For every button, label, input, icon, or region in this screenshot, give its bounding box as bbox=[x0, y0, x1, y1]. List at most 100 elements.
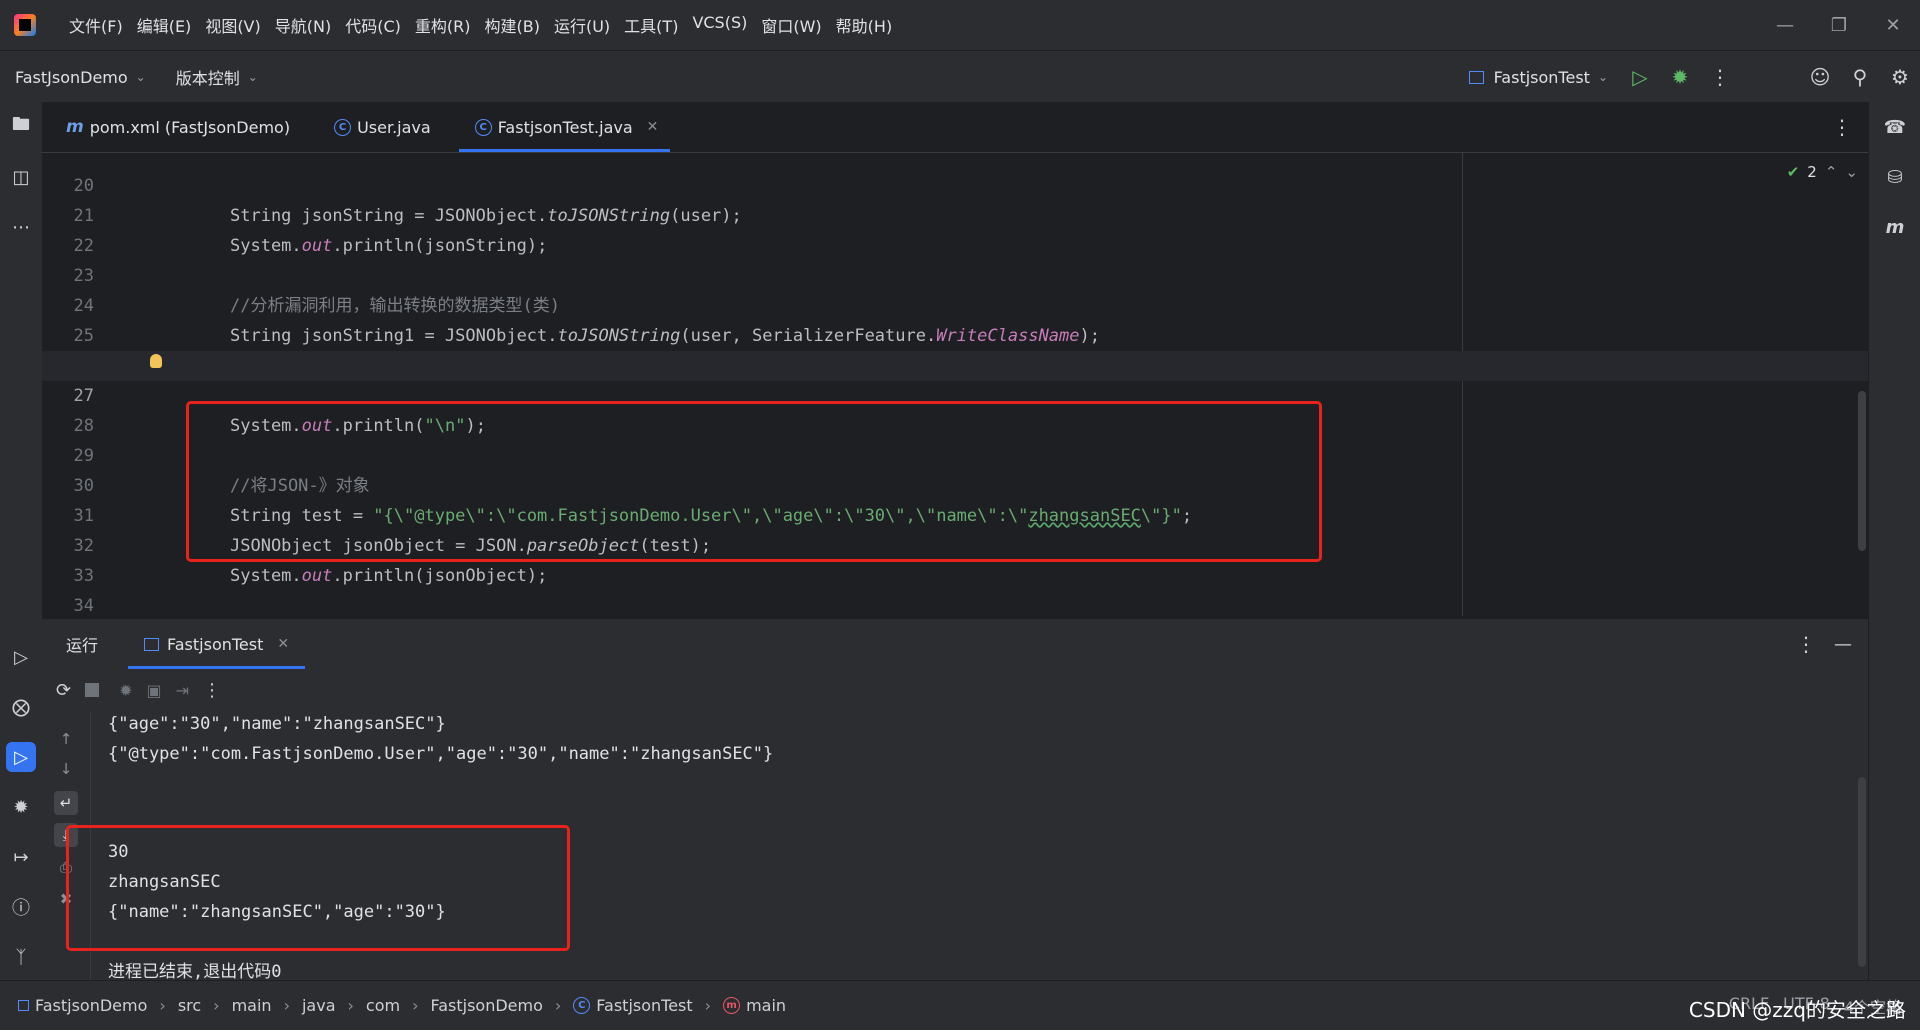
camera-icon[interactable]: ▣ bbox=[147, 681, 162, 700]
breadcrumb: FastjsonDemo › src › main › java › com ›… bbox=[18, 996, 786, 1015]
menu-file[interactable]: 文件(F) bbox=[62, 13, 130, 37]
menu-refactor[interactable]: 重构(R) bbox=[408, 13, 478, 37]
csdn-watermark: CSDN @zzq的安全之路 bbox=[1688, 998, 1906, 1022]
code-editor[interactable]: ✔ 2 ⌃ ⌄ 20 String jsonString = JSONObjec… bbox=[42, 153, 1868, 616]
run-config-selector[interactable]: FastjsonTest ⌄ bbox=[1468, 68, 1608, 87]
highlight-box-code bbox=[186, 401, 1322, 562]
problems-icon[interactable]: ⓘ bbox=[6, 892, 36, 922]
toolbar-right: FastjsonTest ⌄ ▷ ✹ ⋮ ☺ ⚲ ⚙ bbox=[1468, 51, 1920, 103]
debug-icon[interactable]: ✹ bbox=[1660, 57, 1700, 97]
stop-icon[interactable] bbox=[85, 683, 100, 697]
menu-navigate[interactable]: 导航(N) bbox=[268, 13, 338, 37]
module-icon bbox=[18, 1000, 29, 1011]
tab-options-icon[interactable]: ⋮ bbox=[1832, 115, 1852, 139]
maven-icon: m bbox=[66, 117, 84, 137]
more-actions-icon[interactable]: ⋮ bbox=[1700, 57, 1740, 97]
app-config-icon bbox=[144, 637, 160, 651]
search-icon[interactable]: ⚲ bbox=[1840, 57, 1880, 97]
run-panel-header: 运行 FastjsonTest ✕ ⋮ — bbox=[42, 618, 1868, 669]
close-tab-icon[interactable]: ✕ bbox=[277, 636, 289, 652]
tab-fastjsontest-java[interactable]: C FastjsonTest.java ✕ bbox=[451, 102, 679, 152]
project-selector[interactable]: FastJsonDemo ⌄ bbox=[15, 68, 146, 87]
git-branch-icon[interactable]: ᛉ bbox=[6, 942, 36, 972]
menu-run[interactable]: 运行(U) bbox=[547, 13, 617, 37]
breadcrumb-method[interactable]: main bbox=[746, 996, 786, 1015]
window-controls: — ❐ ✕ bbox=[1758, 0, 1920, 50]
breadcrumb-com[interactable]: com bbox=[366, 996, 400, 1015]
rerun-icon[interactable]: ⟳ bbox=[56, 680, 71, 701]
console-scrollbar[interactable] bbox=[1858, 777, 1866, 967]
vcs-selector[interactable]: 版本控制 ⌄ bbox=[176, 65, 258, 89]
structure-icon[interactable]: ◫ bbox=[6, 162, 36, 192]
code-line: 34 } bbox=[42, 561, 1868, 616]
maven-icon[interactable]: m bbox=[1880, 212, 1910, 242]
menu-build[interactable]: 构建(B) bbox=[478, 13, 547, 37]
notifications-bell-icon[interactable]: ☎ bbox=[1880, 112, 1910, 142]
intention-bulb-icon[interactable] bbox=[150, 354, 162, 368]
settings-gear-icon[interactable]: ⚙ bbox=[1880, 57, 1920, 97]
close-window-button[interactable]: ✕ bbox=[1866, 0, 1920, 50]
chevron-down-icon: ⌄ bbox=[247, 70, 258, 84]
run-options-icon[interactable]: ⋮ bbox=[1796, 632, 1816, 656]
console-exit-message: 进程已结束,退出代码0 bbox=[108, 962, 282, 980]
menu-view[interactable]: 视图(V) bbox=[198, 13, 267, 37]
build-hammer-icon[interactable]: ⨂ bbox=[6, 692, 36, 722]
menu-vcs[interactable]: VCS(S) bbox=[685, 13, 754, 37]
project-folder-icon[interactable]: 🖿 bbox=[6, 112, 36, 142]
intellij-logo-icon[interactable] bbox=[14, 14, 36, 36]
code-line: 24 String jsonString1 = JSONObject.toJSO… bbox=[42, 261, 1868, 346]
more-tools-icon[interactable]: ⋯ bbox=[6, 212, 36, 242]
chevron-down-icon: ⌄ bbox=[1597, 70, 1608, 84]
tab-label: FastjsonTest.java bbox=[497, 117, 633, 137]
method-icon: m bbox=[723, 997, 741, 1014]
vcs-label: 版本控制 bbox=[175, 69, 240, 88]
class-icon: C bbox=[573, 997, 591, 1014]
scroll-up-icon[interactable]: ↑ bbox=[54, 727, 78, 751]
breadcrumb-java[interactable]: java bbox=[302, 996, 336, 1015]
chevron-right-icon: › bbox=[159, 996, 166, 1015]
close-tab-icon[interactable]: ✕ bbox=[647, 119, 659, 135]
console-output[interactable]: ↑ ↓ ↵ ⤓ ⎙ ✖ {"age":"30","name":"zhangsan… bbox=[42, 711, 1868, 980]
menu-help[interactable]: 帮助(H) bbox=[829, 13, 900, 37]
menu-window[interactable]: 窗口(W) bbox=[754, 13, 828, 37]
tab-user-java[interactable]: C User.java bbox=[310, 102, 451, 152]
tab-pom-xml[interactable]: m pom.xml (FastJsonDemo) bbox=[42, 102, 310, 152]
chevron-right-icon: › bbox=[704, 996, 712, 1015]
minimize-button[interactable]: — bbox=[1758, 0, 1812, 50]
editor-tab-bar: m pom.xml (FastJsonDemo) C User.java C F… bbox=[42, 102, 1868, 153]
code-line: 23 //分析漏洞利用，输出转换的数据类型(类) bbox=[42, 231, 1868, 316]
code-line: 25 System.out.println(jsonString1); bbox=[42, 291, 1868, 376]
class-icon: C bbox=[474, 118, 492, 136]
terminal-icon[interactable]: ↦ bbox=[6, 842, 36, 872]
run-tab-fastjsontest[interactable]: FastjsonTest ✕ bbox=[128, 619, 306, 669]
more-actions-icon[interactable]: ⋮ bbox=[203, 680, 221, 701]
chevron-down-icon: ⌄ bbox=[135, 70, 146, 84]
menu-code[interactable]: 代码(C) bbox=[338, 13, 408, 37]
restore-button[interactable]: ❐ bbox=[1812, 0, 1866, 50]
database-icon[interactable]: ⛁ bbox=[1880, 162, 1910, 192]
services-icon[interactable]: ▷ bbox=[6, 642, 36, 672]
chevron-right-icon: › bbox=[283, 996, 290, 1015]
breadcrumb-src[interactable]: src bbox=[178, 996, 201, 1015]
left-tool-stripe: 🖿 ◫ ⋯ ▷ ⨂ ▷ ✹ ↦ ⓘ ᛉ bbox=[0, 102, 43, 980]
breadcrumb-main[interactable]: main bbox=[232, 996, 272, 1015]
chevron-right-icon: › bbox=[213, 996, 220, 1015]
add-user-icon[interactable]: ☺ bbox=[1800, 57, 1840, 97]
hide-panel-icon[interactable]: — bbox=[1834, 634, 1852, 655]
breadcrumb-project[interactable]: FastjsonDemo bbox=[35, 996, 147, 1015]
run-icon[interactable]: ▷ bbox=[1620, 57, 1660, 97]
status-bar: FastjsonDemo › src › main › java › com ›… bbox=[0, 980, 1920, 1030]
menu-tools[interactable]: 工具(T) bbox=[617, 13, 685, 37]
console-line: {"@type":"com.FastjsonDemo.User","age":"… bbox=[108, 744, 774, 764]
menu-edit[interactable]: 编辑(E) bbox=[130, 13, 199, 37]
debug-bug-icon[interactable]: ✹ bbox=[119, 681, 132, 700]
soft-wrap-icon[interactable]: ↵ bbox=[54, 791, 78, 815]
scroll-down-icon[interactable]: ↓ bbox=[54, 757, 78, 781]
breadcrumb-class[interactable]: FastjsonTest bbox=[596, 996, 692, 1015]
breadcrumb-package[interactable]: FastjsonDemo bbox=[430, 996, 542, 1015]
tab-label: pom.xml (FastJsonDemo) bbox=[89, 117, 291, 137]
debug-bug-icon[interactable]: ✹ bbox=[6, 792, 36, 822]
run-tab-label: FastjsonTest bbox=[167, 634, 264, 654]
exit-icon[interactable]: ⇥ bbox=[176, 681, 189, 700]
run-tool-icon[interactable]: ▷ bbox=[6, 742, 36, 772]
